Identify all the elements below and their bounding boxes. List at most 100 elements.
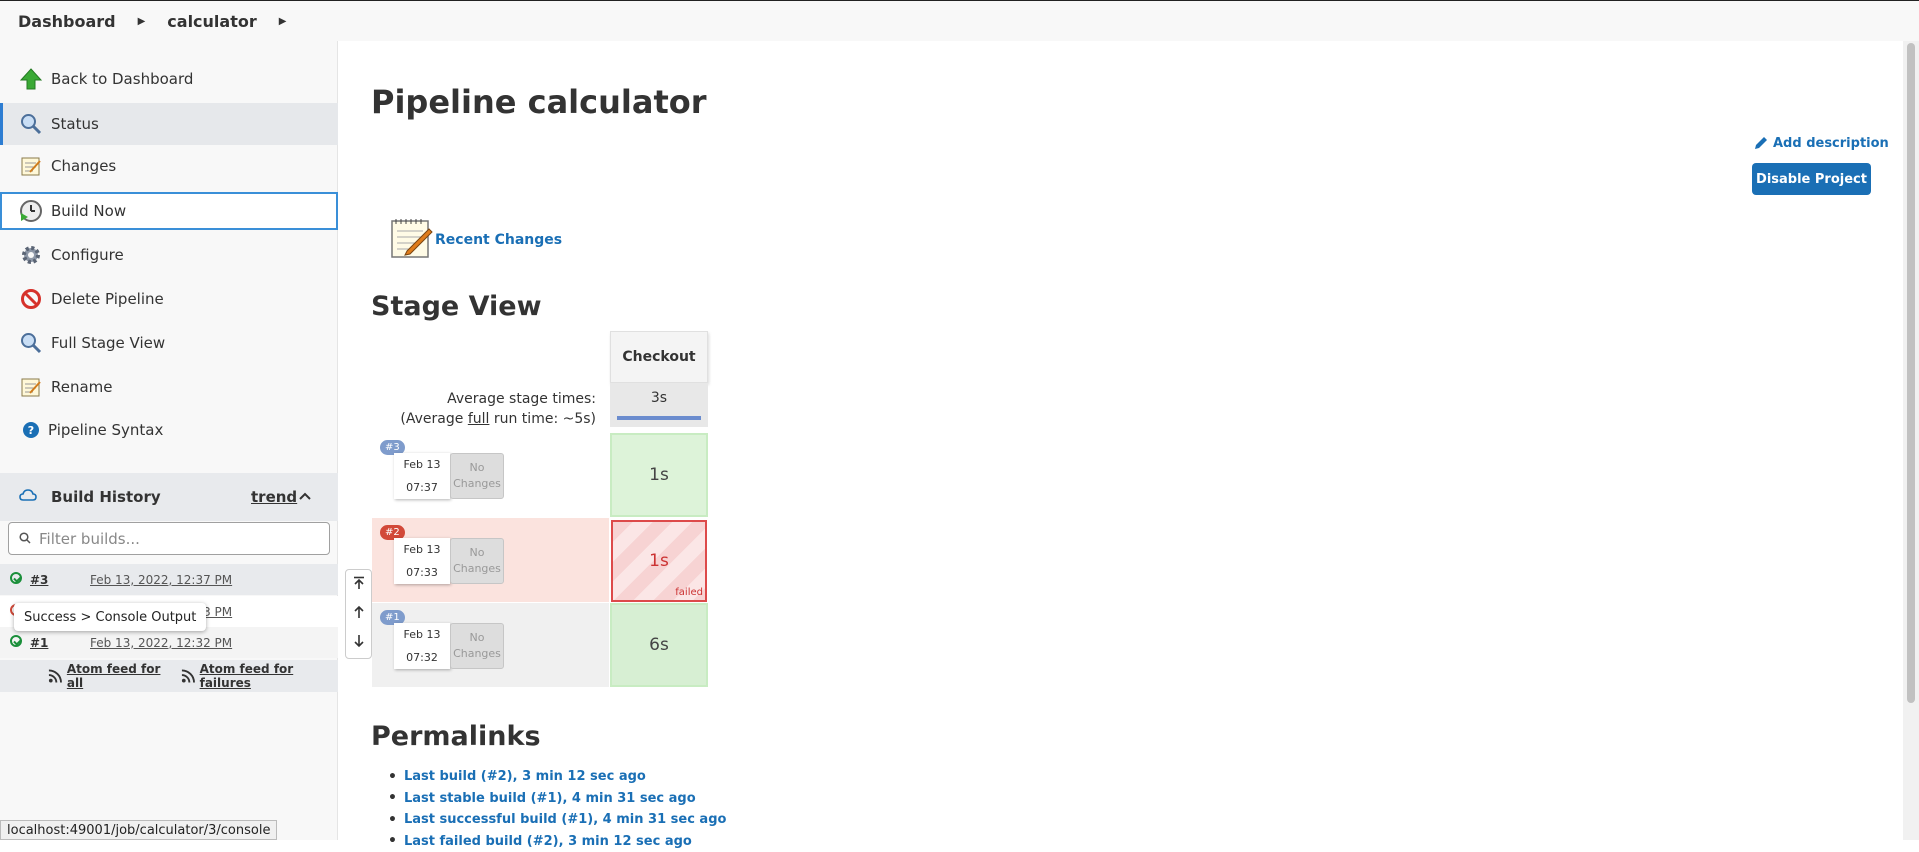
build-date-link[interactable]: Feb 13, 2022, 12:37 PM [90, 573, 232, 587]
no-changes-box: No Changes [450, 623, 504, 669]
sidebar-item-label: Back to Dashboard [51, 70, 193, 88]
stage-cell-run-1[interactable]: 6s [610, 603, 708, 687]
main-content: Pipeline calculator Add description Disa… [338, 41, 1903, 840]
stage-header-checkout: Checkout [610, 331, 708, 383]
no-entry-icon [19, 287, 43, 311]
breadcrumb-calculator[interactable]: calculator [167, 12, 256, 31]
sidebar-item-pipeline-syntax[interactable]: ? Pipeline Syntax [0, 410, 338, 450]
build-number-link[interactable]: #3 [30, 573, 48, 587]
run-date-time: 07:33 [394, 561, 450, 584]
atom-feeds: Atom feed for all Atom feed for failures [0, 660, 338, 692]
sidebar-item-configure[interactable]: Configure [0, 235, 338, 275]
status-bar-url: localhost:49001/job/calculator/3/console [0, 820, 277, 840]
add-description-label: Add description [1773, 136, 1889, 151]
build-history-title: Build History [51, 488, 161, 506]
rss-icon [181, 668, 196, 684]
breadcrumb: Dashboard ▶ calculator ▶ [0, 0, 1919, 41]
avg-stage-times-text: Average stage times: [338, 389, 596, 409]
magnifier-icon [19, 331, 43, 355]
permalink-item[interactable]: Last successful build (#1), 4 min 31 sec… [388, 809, 726, 831]
sidebar-item-label: Configure [51, 246, 124, 264]
disable-project-button[interactable]: Disable Project [1752, 163, 1871, 195]
failed-label: failed [675, 587, 703, 598]
permalink-item[interactable]: Last stable build (#1), 4 min 31 sec ago [388, 788, 726, 810]
run-date-time: 07:37 [394, 476, 450, 499]
sidebar: Back to Dashboard Status Changes Build N… [0, 41, 338, 840]
avg-full-run-text: (Average full run time: ~5s) [338, 409, 596, 429]
sidebar-item-rename[interactable]: Rename [0, 367, 338, 407]
build-row[interactable]: #3 Feb 13, 2022, 12:37 PM [0, 564, 338, 595]
page-scrollbar[interactable] [1903, 41, 1919, 840]
sidebar-item-delete-pipeline[interactable]: Delete Pipeline [0, 279, 338, 319]
page-title: Pipeline calculator [371, 83, 707, 121]
cloud-icon [19, 488, 37, 506]
run-date: Feb 13 07:37 [394, 453, 450, 499]
avg-time-bar [617, 416, 701, 420]
run-row[interactable]: #3 Feb 13 07:37 No Changes [372, 433, 609, 517]
sidebar-item-label: Build Now [51, 202, 126, 220]
sidebar-item-status[interactable]: Status [0, 103, 338, 145]
permalink-item[interactable]: Last failed build (#2), 3 min 12 sec ago [388, 831, 726, 852]
add-description-link[interactable]: Add description [1753, 135, 1889, 151]
notepad-icon [389, 215, 433, 265]
run-date-day: Feb 13 [394, 623, 450, 646]
clock-play-icon [19, 199, 43, 223]
permalinks-list: Last build (#2), 3 min 12 sec ago Last s… [388, 766, 726, 852]
magnifier-icon [19, 112, 43, 136]
avg-time-value: 3s [651, 390, 667, 406]
sidebar-item-full-stage-view[interactable]: Full Stage View [0, 323, 338, 363]
breadcrumb-chevron-icon[interactable]: ▶ [279, 16, 287, 27]
sidebar-item-build-now[interactable]: Build Now [0, 192, 338, 230]
stage-view-title: Stage View [371, 291, 542, 322]
build-tooltip: Success > Console Output [14, 603, 206, 631]
scroll-to-top-icon[interactable] [352, 576, 366, 594]
no-changes-box: No Changes [450, 538, 504, 584]
recent-changes-link[interactable]: Recent Changes [389, 215, 562, 265]
stage-view-pager [345, 569, 372, 659]
chevron-up-icon[interactable] [298, 490, 312, 505]
sidebar-item-changes[interactable]: Changes [0, 146, 338, 186]
sidebar-item-label: Rename [51, 378, 113, 396]
sidebar-item-label: Delete Pipeline [51, 290, 164, 308]
run-date-day: Feb 13 [394, 453, 450, 476]
scrollbar-thumb[interactable] [1907, 43, 1915, 703]
run-row[interactable]: #1 Feb 13 07:32 No Changes [372, 603, 609, 687]
stage-duration: 1s [649, 465, 669, 485]
run-date: Feb 13 07:32 [394, 623, 450, 669]
build-date-link[interactable]: Feb 13, 2022, 12:32 PM [90, 636, 232, 650]
success-icon [10, 635, 22, 647]
sidebar-item-label: Full Stage View [51, 334, 165, 352]
arrow-up-icon [19, 67, 43, 91]
run-date: Feb 13 07:33 [394, 538, 450, 584]
arrow-down-icon[interactable] [352, 634, 366, 652]
success-icon [10, 572, 22, 584]
atom-feed-all-link[interactable]: Atom feed for all [48, 662, 173, 690]
recent-changes-label: Recent Changes [435, 232, 562, 248]
stage-duration: 1s [649, 551, 669, 571]
build-number-link[interactable]: #1 [30, 636, 48, 650]
stage-cell-run-2[interactable]: 1s failed [611, 520, 707, 602]
help-icon: ? [19, 418, 43, 442]
no-changes-box: No Changes [450, 453, 504, 499]
gear-icon [19, 243, 43, 267]
notepad-icon [19, 154, 43, 178]
atom-feed-failures-link[interactable]: Atom feed for failures [181, 662, 338, 690]
sidebar-item-back-to-dashboard[interactable]: Back to Dashboard [0, 59, 338, 99]
svg-text:?: ? [28, 424, 34, 437]
trend-link[interactable]: trend [251, 488, 297, 506]
avg-full-suffix: run time: ~5s) [489, 411, 596, 427]
sidebar-item-label: Changes [51, 157, 116, 175]
notepad-icon [19, 375, 43, 399]
build-row[interactable]: #1 Feb 13, 2022, 12:32 PM [0, 627, 338, 658]
avg-full-word: full [468, 411, 490, 427]
run-row[interactable]: #2 Feb 13 07:33 No Changes [372, 518, 609, 602]
search-icon [19, 530, 31, 548]
atom-feed-failures-label: Atom feed for failures [200, 662, 338, 690]
breadcrumb-chevron-icon[interactable]: ▶ [138, 16, 146, 27]
stage-cell-run-3[interactable]: 1s [610, 433, 708, 517]
filter-builds-input[interactable]: Filter builds... [8, 522, 330, 555]
arrow-up-icon[interactable] [352, 605, 366, 623]
breadcrumb-dashboard[interactable]: Dashboard [0, 12, 116, 31]
permalink-item[interactable]: Last build (#2), 3 min 12 sec ago [388, 766, 726, 788]
avg-full-prefix: (Average [400, 411, 467, 427]
